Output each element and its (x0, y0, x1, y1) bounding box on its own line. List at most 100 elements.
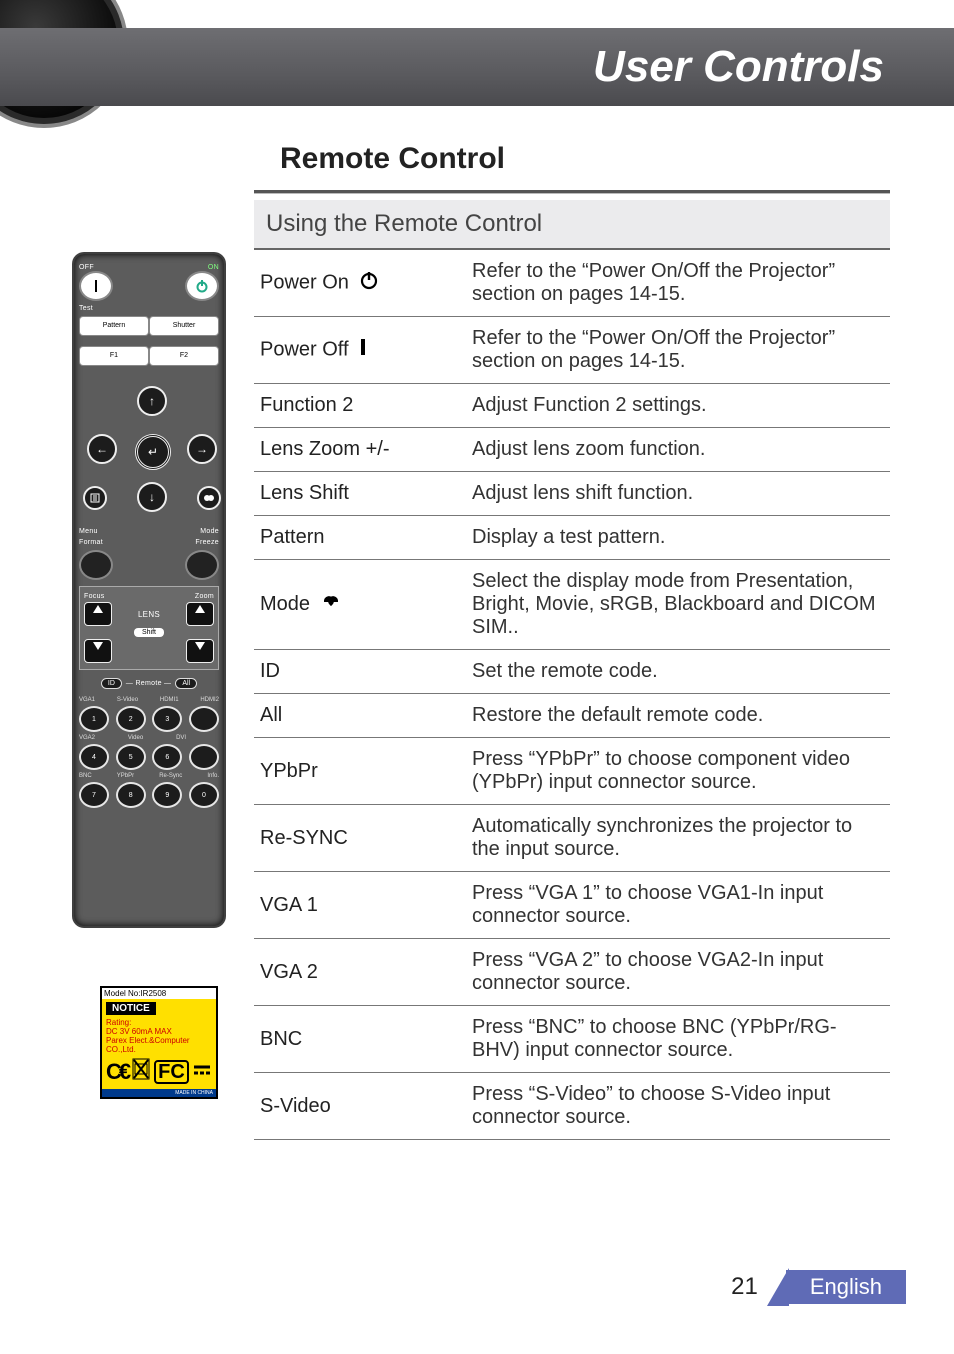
made-in-label: MADE IN CHINA (102, 1089, 216, 1097)
notice-line: CO.,Ltd. (106, 1045, 212, 1054)
table-row: Re-SYNCAutomatically synchronizes the pr… (254, 805, 890, 872)
arrow-left-icon: ← (87, 434, 117, 464)
page-footer: 21 English (731, 1268, 906, 1306)
remote-freeze-button (185, 550, 219, 580)
section-rule (254, 190, 890, 194)
header-banner: User Controls (0, 28, 954, 106)
power-off-icon (358, 337, 368, 363)
remote-src-label: Info. (207, 773, 219, 779)
desc: Adjust lens zoom function. (466, 428, 890, 472)
remote-num-button: 0 (189, 782, 219, 808)
focus-down-icon (84, 639, 112, 663)
page-number: 21 (731, 1273, 758, 1301)
table-row: IDSet the remote code. (254, 650, 890, 694)
key-all: All (254, 694, 466, 738)
key-vga2: VGA 2 (254, 939, 466, 1006)
key-function2: Function 2 (254, 384, 466, 428)
arrow-right-icon: → (187, 434, 217, 464)
remote-src-label: Re-Sync (159, 773, 182, 779)
notice-line: DC 3V 60mA MAX (106, 1027, 212, 1036)
remote-num-button: 9 (152, 782, 182, 808)
desc: Adjust Function 2 settings. (466, 384, 890, 428)
remote-freeze-label: Freeze (195, 539, 219, 546)
remote-src-label: VGA1 (79, 697, 95, 703)
remote-mode-label: Mode (200, 528, 219, 535)
weee-icon (132, 1058, 150, 1085)
key-lens-shift: Lens Shift (254, 472, 466, 516)
zoom-up-icon (186, 602, 214, 626)
desc: Refer to the “Power On/Off the Projector… (466, 317, 890, 384)
remote-shift-button: Shift (134, 628, 164, 637)
remote-num-button: 7 (79, 782, 109, 808)
remote-src-label: S-Video (117, 697, 138, 703)
remote-num-button: 4 (79, 744, 109, 770)
power-on-icon (359, 270, 379, 296)
desc: Automatically synchronizes the projector… (466, 805, 890, 872)
key-lens-zoom: Lens Zoom +/- (254, 428, 466, 472)
remote-format-button (79, 550, 113, 580)
enter-icon: ↵ (135, 434, 171, 470)
model-number: Model No:IR2508 (102, 988, 216, 999)
remote-src-label: Video (128, 735, 143, 741)
ce-icon: C€ (106, 1059, 128, 1085)
remote-src-label: DVI (176, 735, 186, 741)
remote-src-label: YPbPr (117, 773, 134, 779)
arrow-up-icon: ↑ (137, 386, 167, 416)
remote-num-button: 8 (116, 782, 146, 808)
table-row: VGA 2Press “VGA 2” to choose VGA2-In inp… (254, 939, 890, 1006)
notice-line: Parex Elect.&Computer (106, 1036, 212, 1045)
table-row: Mode Select the display mode from Presen… (254, 560, 890, 650)
key-pattern: Pattern (254, 516, 466, 560)
remote-src-label: BNC (79, 773, 92, 779)
remote-focus-label: Focus (84, 593, 105, 600)
remote-remote-label: — Remote — (126, 680, 171, 687)
remote-num-button: 1 (79, 706, 109, 732)
banner-title: User Controls (593, 42, 884, 92)
remote-illustration: OFF ON Test Pattern Shutter F1 F2 ↑ ↓ ← … (72, 252, 226, 928)
key-mode: Mode (254, 560, 466, 650)
desc: Set the remote code. (466, 650, 890, 694)
power-off-icon (79, 271, 113, 301)
desc: Press “YPbPr” to choose component video … (466, 738, 890, 805)
remote-num-button: 6 (152, 744, 182, 770)
table-row: AllRestore the default remote code. (254, 694, 890, 738)
desc: Adjust lens shift function. (466, 472, 890, 516)
section-title: Remote Control (280, 142, 505, 176)
key-bnc: BNC (254, 1006, 466, 1073)
table-row: Power Off Refer to the “Power On/Off the… (254, 317, 890, 384)
remote-num-button (189, 706, 219, 732)
table-header: Using the Remote Control (254, 200, 890, 249)
table-row: S-VideoPress “S-Video” to choose S-Video… (254, 1073, 890, 1140)
desc: Restore the default remote code. (466, 694, 890, 738)
dc-icon (193, 1061, 211, 1082)
remote-pattern-button: Pattern (79, 316, 149, 336)
desc: Display a test pattern. (466, 516, 890, 560)
desc: Select the display mode from Presentatio… (466, 560, 890, 650)
focus-up-icon (84, 602, 112, 626)
fc-icon: FC (154, 1060, 189, 1084)
remote-test-label: Test (79, 305, 219, 312)
remote-zoom-label: Zoom (195, 593, 214, 600)
remote-num-button: 2 (116, 706, 146, 732)
remote-num-button (189, 744, 219, 770)
table-row: PatternDisplay a test pattern. (254, 516, 890, 560)
compliance-notice-label: Model No:IR2508 NOTICE Rating: DC 3V 60m… (100, 986, 218, 1099)
table-row: Power On Refer to the “Power On/Off the … (254, 249, 890, 317)
remote-function-table: Using the Remote Control Power On Refer … (254, 200, 890, 1140)
desc: Press “S-Video” to choose S-Video input … (466, 1073, 890, 1140)
remote-src-label: VGA2 (79, 735, 95, 741)
remote-src-label: HDMI2 (200, 697, 219, 703)
remote-dpad: ↑ ↓ ← → ↵ (79, 374, 219, 524)
desc: Press “BNC” to choose BNC (YPbPr/RG-BHV)… (466, 1006, 890, 1073)
table-row: Lens Zoom +/-Adjust lens zoom function. (254, 428, 890, 472)
key-id: ID (254, 650, 466, 694)
remote-all-button: All (175, 678, 197, 689)
key-svideo: S-Video (254, 1073, 466, 1140)
table-row: VGA 1Press “VGA 1” to choose VGA1-In inp… (254, 872, 890, 939)
zoom-down-icon (186, 639, 214, 663)
remote-off-label: OFF (79, 264, 113, 271)
notice-header: NOTICE (106, 1002, 156, 1015)
remote-id-button: ID (101, 678, 122, 689)
table-row: Lens ShiftAdjust lens shift function. (254, 472, 890, 516)
key-resync: Re-SYNC (254, 805, 466, 872)
